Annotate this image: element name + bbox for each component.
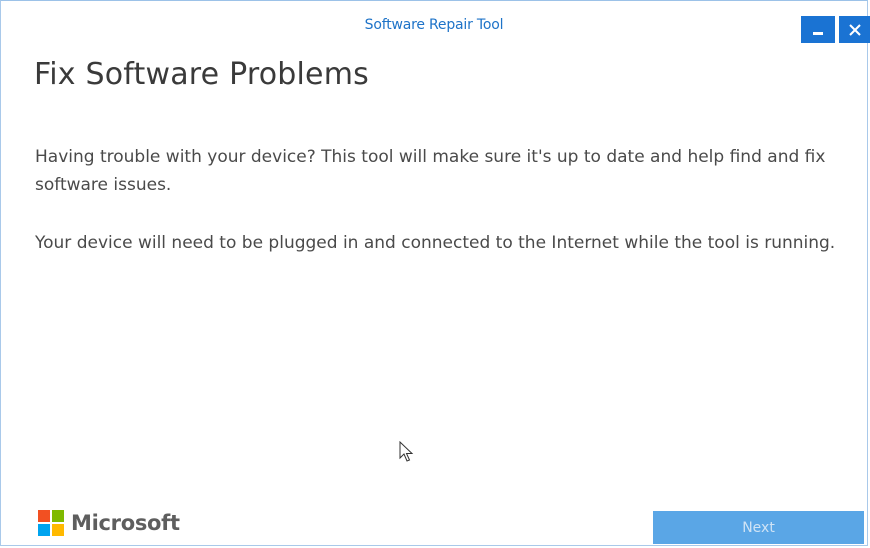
microsoft-logo-text: Microsoft [71,511,180,535]
page-title: Fix Software Problems [34,57,369,92]
microsoft-logo-icon [38,510,64,536]
app-window: Software Repair Tool Fix Software Proble… [0,0,870,546]
close-button[interactable] [839,16,870,43]
description-paragraph: Having trouble with your device? This to… [35,147,826,195]
minimize-icon [813,32,823,35]
window-title: Software Repair Tool [364,17,504,33]
minimize-button[interactable] [801,16,835,43]
microsoft-logo: Microsoft [38,509,180,537]
next-button[interactable]: Next [653,511,864,544]
requirements-paragraph: Your device will need to be plugged in a… [35,233,836,253]
title-bar[interactable]: Software Repair Tool [1,1,870,43]
close-icon [849,24,861,36]
mouse-pointer-icon [399,441,414,462]
